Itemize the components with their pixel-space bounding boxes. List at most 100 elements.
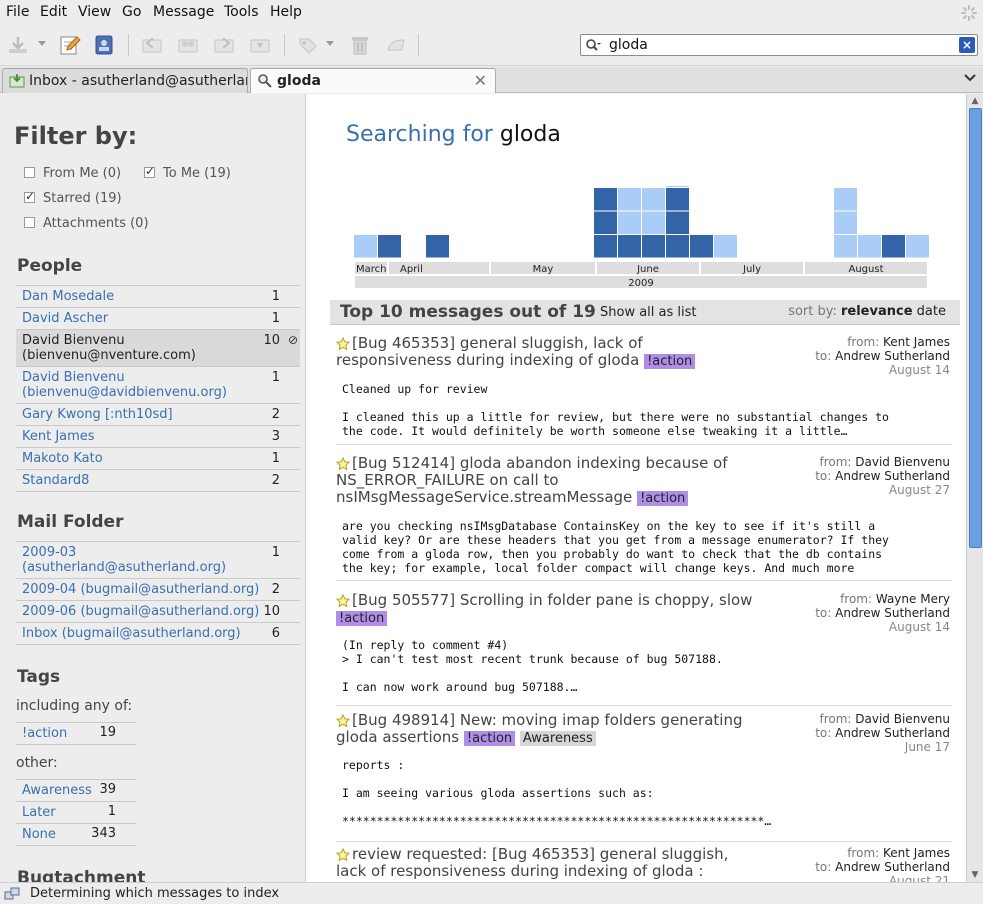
recipient[interactable]: Andrew Sutherland	[835, 469, 950, 483]
list-item[interactable]: Dan Mosedale 1	[16, 285, 300, 307]
chart-bar-dark[interactable]	[666, 211, 689, 235]
checkbox-from-me[interactable]: From Me (0)	[24, 166, 121, 181]
chart-bar-light[interactable]	[858, 235, 881, 258]
message-subject[interactable]: [Bug 498914] New: moving imap folders ge…	[336, 712, 756, 746]
chart-bar-dark[interactable]	[666, 235, 689, 258]
list-item[interactable]: David Ascher 1	[16, 307, 300, 329]
star-icon[interactable]	[336, 714, 350, 728]
reply-button[interactable]	[140, 34, 164, 56]
chart-bar-dark[interactable]	[666, 188, 689, 211]
message-item[interactable]: [Bug 498914] New: moving imap folders ge…	[336, 712, 952, 842]
checkbox-box[interactable]	[24, 167, 35, 178]
list-item[interactable]: Makoto Kato 1	[16, 447, 300, 469]
chart-bar-light[interactable]	[618, 211, 641, 235]
reply-all-button[interactable]	[176, 34, 200, 56]
sort-date[interactable]: date	[917, 304, 946, 319]
sort-relevance[interactable]: relevance	[841, 304, 913, 319]
chart-bar-light[interactable]	[642, 188, 665, 211]
list-item[interactable]: 2009-06 (bugmail@asutherland.org) 10	[16, 600, 300, 622]
list-item[interactable]: Awareness 39	[16, 779, 136, 801]
message-item[interactable]: [Bug 505577] Scrolling in folder pane is…	[336, 592, 952, 706]
chart-bar-dark[interactable]	[594, 235, 617, 258]
chart-bar-light[interactable]	[834, 188, 857, 211]
star-icon[interactable]	[336, 594, 350, 608]
checkbox-to-me[interactable]: To Me (19)	[144, 164, 231, 181]
menu-edit[interactable]: Edit	[40, 4, 67, 20]
message-subject[interactable]: review requested: [Bug 465353] general s…	[336, 846, 756, 880]
list-item[interactable]: David Bienvenu (bienvenu@nventure.com) 10…	[16, 329, 300, 366]
checkbox-box[interactable]	[24, 217, 35, 228]
message-item[interactable]: [Bug 465353] general sluggish, lack of r…	[336, 335, 952, 445]
message-item[interactable]: [Bug 512414] gloda abandon indexing beca…	[336, 455, 952, 581]
sender[interactable]: Kent James	[883, 335, 950, 349]
vertical-scrollbar[interactable]: ▲ ▼	[966, 94, 983, 882]
list-item[interactable]: Later 1	[16, 801, 136, 823]
chart-bar-dark[interactable]	[882, 235, 905, 258]
search-icon[interactable]	[585, 38, 601, 54]
clear-search-icon[interactable]: ×	[959, 37, 975, 53]
chart-bar-light[interactable]	[834, 235, 857, 258]
star-icon[interactable]	[336, 457, 350, 471]
chart-bar-light[interactable]	[834, 211, 857, 235]
chart-bar-light[interactable]	[714, 235, 737, 258]
search-box[interactable]: ×	[580, 34, 978, 56]
checkbox-starred[interactable]: Starred (19)	[24, 189, 122, 206]
sender[interactable]: David Bienvenu	[855, 455, 950, 469]
scroll-up-icon[interactable]: ▲	[969, 95, 981, 107]
message-subject[interactable]: [Bug 512414] gloda abandon indexing beca…	[336, 455, 756, 506]
delete-button[interactable]	[348, 34, 372, 56]
list-item[interactable]: Kent James 3	[16, 425, 300, 447]
chevron-down-icon[interactable]	[963, 71, 977, 85]
list-item[interactable]: 2009-04 (bugmail@asutherland.org) 2	[16, 578, 300, 600]
chart-bar-dark[interactable]	[642, 235, 665, 258]
list-item[interactable]: David Bienvenu (bienvenu@davidbienvenu.o…	[16, 366, 300, 403]
chart-bar-light[interactable]	[642, 211, 665, 235]
list-item[interactable]: Standard8 2	[16, 469, 300, 492]
chart-bar-light[interactable]	[354, 235, 377, 258]
recipient[interactable]: Andrew Sutherland	[835, 860, 950, 874]
list-item[interactable]: Inbox (bugmail@asutherland.org) 6	[16, 622, 300, 645]
tab-inbox[interactable]: Inbox - asutherland@asutherlan…	[2, 68, 248, 93]
forward-button[interactable]	[212, 34, 236, 56]
tab-gloda[interactable]: gloda ✕	[250, 68, 496, 93]
star-icon[interactable]	[336, 337, 350, 351]
chart-bar-dark[interactable]	[594, 188, 617, 211]
checkbox-box[interactable]	[144, 164, 155, 178]
sender[interactable]: David Bienvenu	[855, 712, 950, 726]
search-input[interactable]	[609, 36, 949, 54]
menu-go[interactable]: Go	[122, 4, 141, 20]
message-subject[interactable]: [Bug 465353] general sluggish, lack of r…	[336, 335, 756, 369]
message-item[interactable]: review requested: [Bug 465353] general s…	[336, 846, 952, 882]
star-icon[interactable]	[336, 848, 350, 862]
sender[interactable]: Kent James	[883, 846, 950, 860]
message-subject[interactable]: [Bug 505577] Scrolling in folder pane is…	[336, 592, 756, 626]
chart-bar-light[interactable]	[618, 188, 641, 211]
scroll-down-icon[interactable]: ▼	[969, 869, 981, 881]
tag-button[interactable]	[296, 34, 320, 56]
scrollbar-thumb[interactable]	[969, 108, 982, 548]
tag-dropdown[interactable]	[326, 41, 334, 46]
list-item[interactable]: Gary Kwong [:nth10sd] 2	[16, 403, 300, 425]
write-button[interactable]	[58, 34, 82, 56]
show-all-link[interactable]: Show all as list	[600, 305, 697, 320]
chart-bar-dark[interactable]	[426, 235, 449, 258]
checkbox-attachments[interactable]: Attachments (0)	[24, 216, 149, 231]
chart-bar-dark[interactable]	[594, 211, 617, 235]
chart-bar-light[interactable]	[666, 186, 689, 187]
chart-bar-dark[interactable]	[378, 235, 401, 258]
list-item[interactable]: 2009-03 (asutherland@asutherland.org) 1	[16, 541, 300, 578]
menu-help[interactable]: Help	[270, 4, 302, 20]
exclude-icon[interactable]: ⊘	[288, 333, 298, 348]
chart-bar-dark[interactable]	[618, 235, 641, 258]
menu-tools[interactable]: Tools	[224, 4, 259, 20]
chart-bar-light[interactable]	[906, 235, 929, 258]
get-mail-button[interactable]	[6, 34, 30, 56]
junk-button[interactable]	[384, 34, 408, 56]
close-tab-icon[interactable]: ✕	[474, 69, 487, 93]
archive-button[interactable]	[248, 34, 272, 56]
get-mail-dropdown[interactable]	[38, 41, 46, 46]
menu-file[interactable]: File	[6, 4, 29, 20]
recipient[interactable]: Andrew Sutherland	[835, 606, 950, 620]
menu-message[interactable]: Message	[153, 4, 214, 20]
recipient[interactable]: Andrew Sutherland	[835, 349, 950, 363]
